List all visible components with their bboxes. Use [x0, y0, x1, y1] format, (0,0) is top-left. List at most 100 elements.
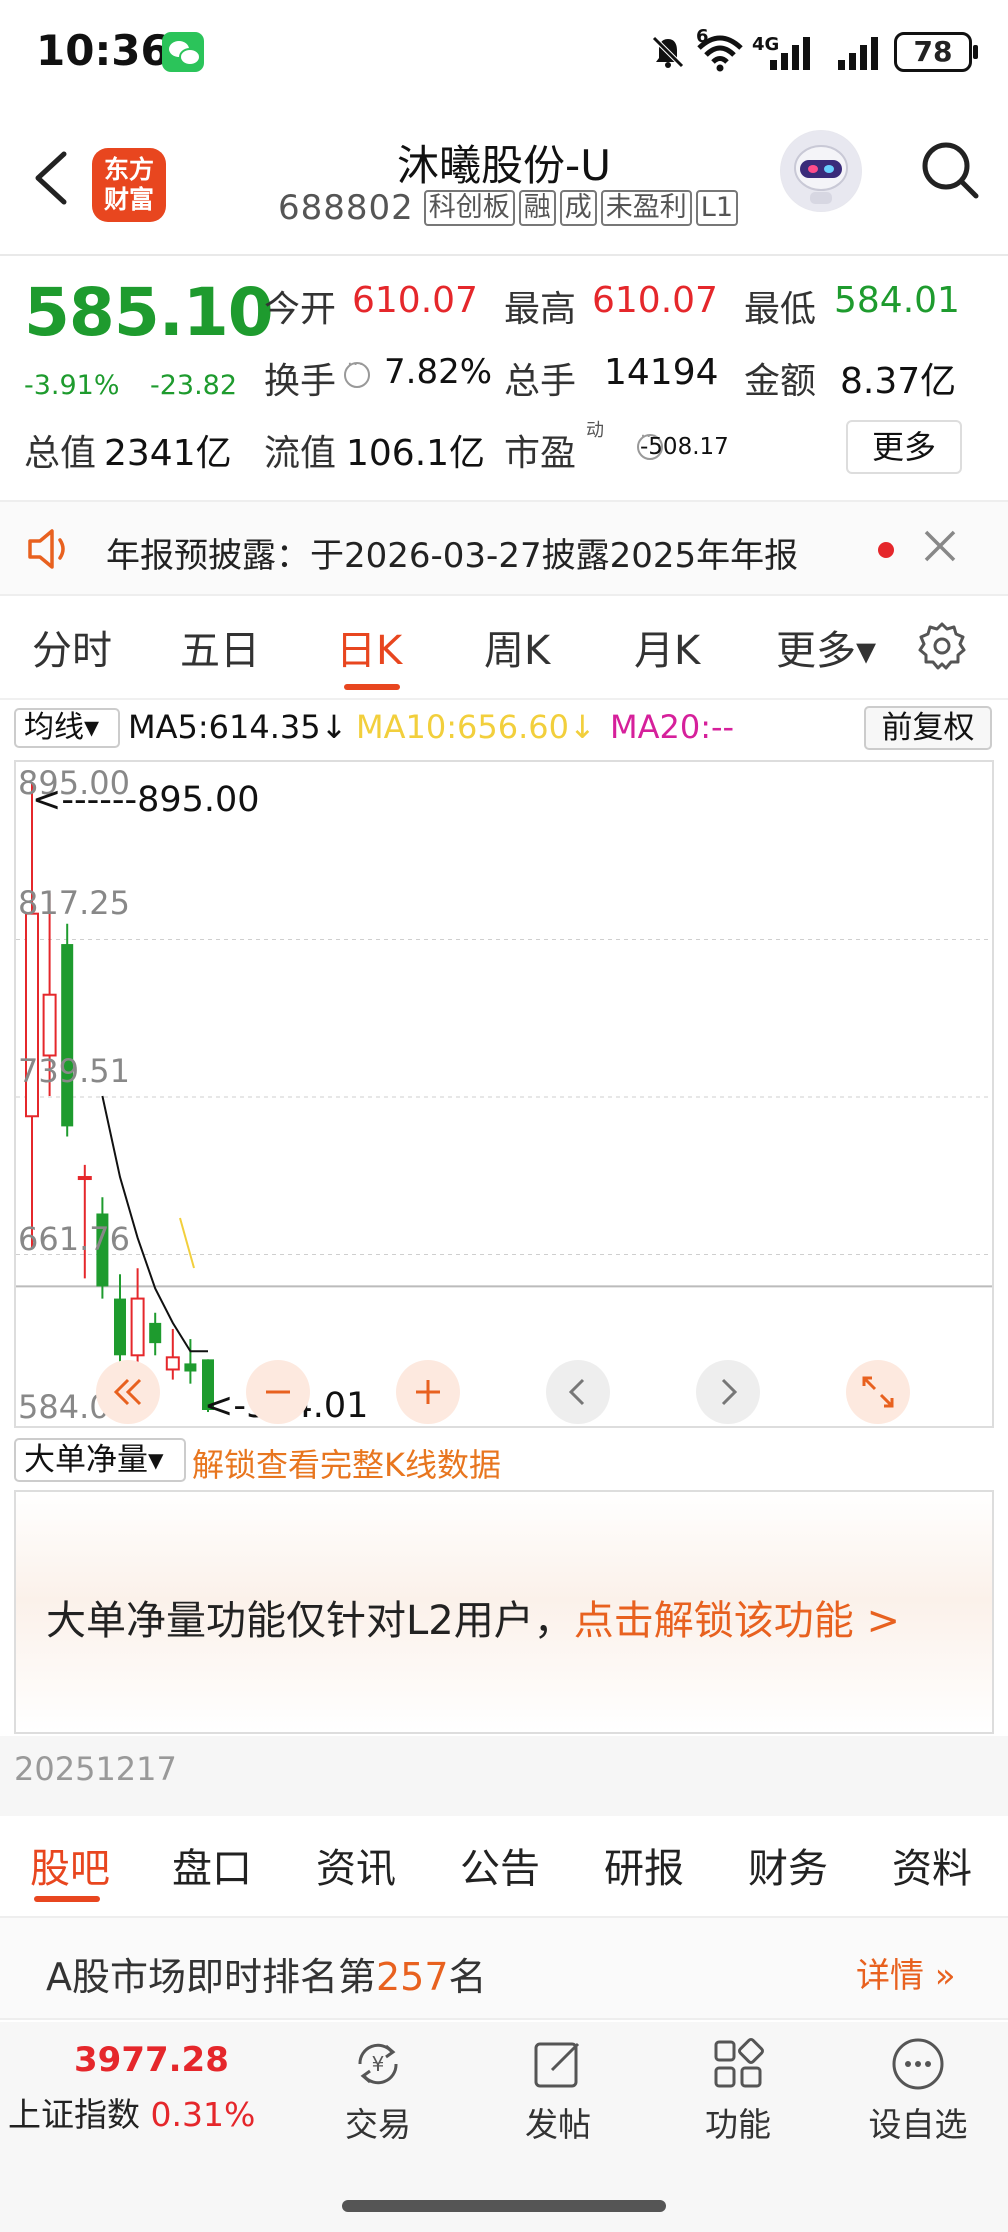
- x-axis-date: 20251217: [14, 1750, 177, 1788]
- cell-signal-2-icon: [838, 37, 878, 70]
- more-dots-icon: [892, 2038, 944, 2090]
- tab-forum[interactable]: 股吧: [30, 1836, 110, 1894]
- zoom-in-icon[interactable]: [396, 1360, 460, 1424]
- tab-research[interactable]: 研报: [604, 1836, 684, 1894]
- tab-finance[interactable]: 财务: [748, 1836, 828, 1894]
- unlock-feature-link[interactable]: 点击解锁该功能 >: [574, 1598, 900, 1644]
- trade-icon: ¥: [358, 2043, 398, 2085]
- candle-body: [149, 1322, 162, 1344]
- candle-body: [61, 944, 74, 1127]
- tab-intraday[interactable]: 分时: [32, 618, 112, 676]
- tab-five-day[interactable]: 五日: [180, 618, 260, 676]
- nav-trade[interactable]: ¥ 交易: [318, 2036, 438, 2146]
- nav-post[interactable]: 发帖: [498, 2036, 618, 2146]
- y-tick-label: 817.25: [18, 884, 130, 922]
- change-percent: -3.91%: [24, 370, 120, 401]
- rank-detail-link[interactable]: 详情 »: [856, 1948, 956, 1997]
- more-quote-button[interactable]: 更多: [846, 420, 962, 474]
- candle: [25, 782, 39, 1248]
- tag-component: 成: [559, 190, 597, 226]
- stock-code: 688802: [278, 188, 414, 228]
- status-bar: 10:36 6 4G 78: [0, 0, 1008, 100]
- candle: [61, 923, 74, 1137]
- open-label: 今开: [264, 289, 337, 330]
- index-value[interactable]: 3977.28: [74, 2040, 229, 2080]
- amount-label: 金额: [744, 361, 817, 402]
- tab-more[interactable]: 更多▾: [776, 618, 876, 676]
- assistant-robot-icon[interactable]: [780, 130, 862, 212]
- tag-star-market: 科创板: [423, 190, 515, 226]
- index-name-change[interactable]: 上证指数 0.31%: [8, 2088, 255, 2136]
- pe-superscript: 动: [586, 420, 604, 441]
- current-price: 585.10: [24, 274, 274, 351]
- candle: [165, 1328, 180, 1380]
- kline-chart[interactable]: 895.00 817.25 739.51 661.76 584.01 <----…: [14, 760, 994, 1428]
- l2-locked-panel[interactable]: 大单净量功能仅针对L2用户，点击解锁该功能 >: [14, 1490, 994, 1734]
- muted-bell-icon: [652, 36, 684, 68]
- float-cap-value: 106.1亿: [346, 433, 486, 474]
- unlock-kline-link[interactable]: 解锁查看完整K线数据: [192, 1440, 501, 1486]
- tab-order-book[interactable]: 盘口: [172, 1836, 252, 1894]
- market-cap-value: 2341亿: [104, 433, 232, 474]
- candle-body: [184, 1363, 197, 1372]
- tab-announcements[interactable]: 公告: [460, 1836, 540, 1894]
- candle: [149, 1312, 162, 1356]
- tabs-divider: [0, 698, 1008, 700]
- gear-icon[interactable]: [916, 620, 968, 672]
- tab-news[interactable]: 资讯: [316, 1836, 396, 1894]
- amount-value: 8.37亿: [840, 361, 957, 402]
- ma10-value: MA10:656.60↓: [356, 708, 596, 746]
- header-divider: [0, 254, 1008, 256]
- next-icon[interactable]: [696, 1360, 760, 1424]
- status-time: 10:36: [36, 26, 170, 75]
- market-rank-bar[interactable]: A股市场即时排名第257名 详情 »: [0, 1916, 1008, 2020]
- close-icon[interactable]: [918, 524, 962, 568]
- battery-level: 78: [894, 32, 978, 72]
- active-tab-indicator: [344, 684, 400, 690]
- float-cap-label: 流值: [264, 433, 337, 474]
- pe-label: 市盈: [504, 433, 577, 474]
- indicator2-select[interactable]: 大单净量▾: [14, 1438, 186, 1482]
- adjust-select[interactable]: 前复权: [864, 706, 992, 750]
- tab-weekly-k[interactable]: 周K: [484, 618, 550, 676]
- rank-text: A股市场即时排名第257名: [46, 1955, 487, 1999]
- volume-value: 14194: [604, 352, 719, 393]
- indicator-select[interactable]: 均线▾: [14, 708, 120, 748]
- candle-body: [130, 1297, 145, 1357]
- ma5-value: MA5:614.35↓: [128, 708, 348, 746]
- turnover-info-icon[interactable]: [344, 354, 370, 388]
- search-icon[interactable]: [920, 138, 980, 204]
- tag-level: L1: [695, 190, 739, 226]
- wifi-badge: 6: [696, 26, 709, 47]
- zoom-out-icon[interactable]: [246, 1360, 310, 1424]
- low-label: 最低: [744, 289, 817, 330]
- fullscreen-icon[interactable]: [846, 1360, 910, 1424]
- kline-svg: [16, 782, 992, 1413]
- ma20-value: MA20:--: [610, 708, 735, 746]
- home-indicator: [342, 2200, 666, 2212]
- pe-value: -508.17: [640, 434, 729, 460]
- tag-margin: 融: [518, 190, 556, 226]
- prev-icon[interactable]: [546, 1360, 610, 1424]
- wechat-notification-icon: [162, 32, 204, 72]
- y-tick-label: 661.76: [18, 1220, 130, 1258]
- unread-dot: [878, 542, 894, 558]
- volume-label: 总手: [504, 361, 577, 402]
- candle: [114, 1274, 126, 1364]
- announcement-bar[interactable]: 年报预披露：于2026-03-27披露2025年年报: [0, 500, 1008, 596]
- candle-body: [77, 1176, 92, 1181]
- tab-daily-k[interactable]: 日K: [336, 618, 402, 676]
- tab-profile[interactable]: 资料: [892, 1836, 972, 1894]
- nav-add-watchlist[interactable]: 设自选: [858, 2036, 978, 2146]
- post-icon: [534, 2042, 580, 2088]
- cell-signal-icon: [770, 37, 810, 70]
- turnover-label: 换手: [264, 361, 337, 402]
- change-amount: -23.82: [150, 370, 238, 401]
- y-tick-label: 739.51: [18, 1052, 130, 1090]
- announcement-text: 年报预披露：于2026-03-27披露2025年年报: [106, 536, 799, 576]
- rewind-icon[interactable]: [96, 1360, 160, 1424]
- section-tabs: 股吧 盘口 资讯 公告 研报 财务 资料: [0, 1818, 1008, 1914]
- nav-functions[interactable]: 功能: [678, 2036, 798, 2146]
- candle-body: [42, 993, 57, 1057]
- tab-monthly-k[interactable]: 月K: [634, 618, 700, 676]
